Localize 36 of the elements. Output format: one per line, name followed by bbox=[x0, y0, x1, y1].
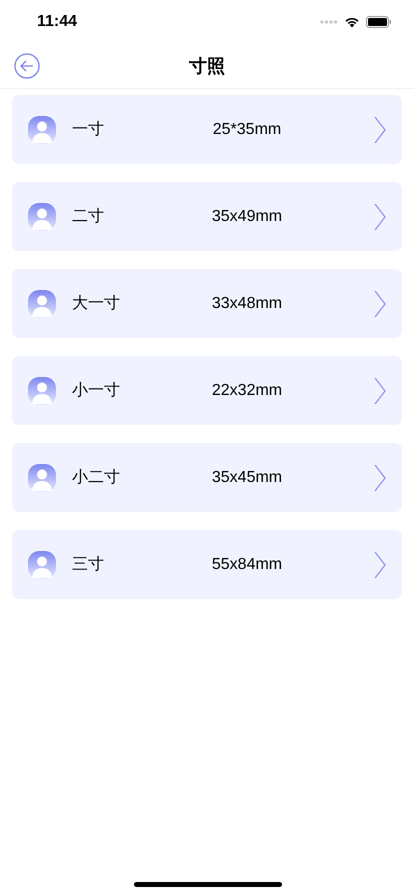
size-name: 小二寸 bbox=[72, 468, 121, 488]
size-dimensions: 25*35mm bbox=[212, 120, 282, 138]
wifi-icon bbox=[344, 16, 360, 28]
size-name: 一寸 bbox=[72, 120, 105, 140]
battery-icon bbox=[366, 16, 392, 28]
avatar-icon bbox=[28, 116, 56, 144]
status-time: 11:44 bbox=[37, 13, 78, 31]
size-dimensions: 22x32mm bbox=[210, 382, 284, 400]
avatar-icon bbox=[28, 202, 56, 230]
back-icon[interactable] bbox=[14, 53, 40, 79]
size-dimensions: 35x49mm bbox=[210, 208, 284, 226]
size-name: 大一寸 bbox=[72, 294, 121, 314]
chevron-right-icon bbox=[374, 376, 386, 404]
size-list-item[interactable]: 小二寸 35x45mm bbox=[12, 443, 402, 512]
avatar-icon bbox=[28, 550, 56, 578]
size-list-item[interactable]: 小一寸 22x32mm bbox=[12, 356, 402, 425]
chevron-right-icon bbox=[374, 202, 386, 230]
size-name: 二寸 bbox=[72, 206, 105, 227]
page-title: 寸照 bbox=[189, 55, 225, 78]
size-name: 小一寸 bbox=[72, 380, 121, 401]
chevron-right-icon bbox=[374, 550, 386, 578]
size-dimensions: 33x48mm bbox=[210, 294, 284, 312]
size-list-item[interactable]: 一寸 25*35mm bbox=[12, 95, 402, 164]
size-list-item[interactable]: 三寸 55x84mm bbox=[12, 530, 402, 599]
avatar-icon bbox=[28, 464, 56, 492]
chevron-right-icon bbox=[374, 464, 386, 492]
size-list-item[interactable]: 大一寸 33x48mm bbox=[12, 269, 402, 338]
avatar-icon bbox=[28, 376, 56, 404]
chevron-right-icon bbox=[374, 290, 386, 318]
signal-icon bbox=[320, 20, 338, 24]
size-dimensions: 55x84mm bbox=[210, 556, 284, 574]
chevron-right-icon bbox=[374, 116, 386, 144]
avatar-icon bbox=[28, 290, 56, 318]
size-name: 三寸 bbox=[72, 554, 105, 575]
size-list-item[interactable]: 二寸 35x49mm bbox=[12, 182, 402, 251]
size-dimensions: 35x45mm bbox=[210, 468, 284, 486]
